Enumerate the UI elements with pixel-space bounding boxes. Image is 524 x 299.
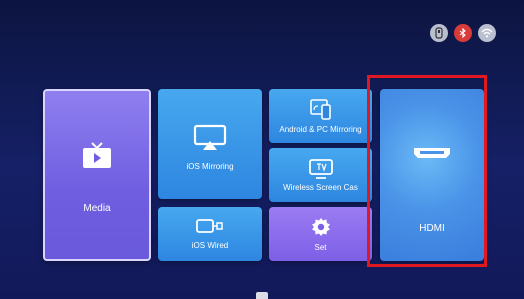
tile-set[interactable]: Set [269, 207, 372, 261]
tv-play-icon [82, 141, 112, 169]
tile-label: Android & PC Mirroring [279, 124, 362, 134]
tv-icon [308, 158, 334, 179]
tile-ios-mirroring[interactable]: iOS Mirroring [158, 89, 262, 199]
bluetooth-icon [454, 24, 472, 42]
tile-ios-wired[interactable]: iOS Wired [158, 207, 262, 261]
tile-android-pc-mirroring[interactable]: Android & PC Mirroring [269, 89, 372, 143]
gear-icon [311, 217, 331, 237]
tile-wireless-screen-cast[interactable]: Wireless Screen Cas [269, 148, 372, 202]
tile-label: iOS Wired [191, 241, 229, 250]
tile-media[interactable]: Media [43, 89, 151, 261]
tile-label: Media [83, 203, 111, 214]
bottom-indicator-icon [256, 292, 268, 299]
tile-label: Set [314, 242, 327, 252]
tile-label: iOS Mirroring [186, 161, 234, 171]
selection-highlight [367, 75, 487, 267]
phone-cast-icon [309, 98, 333, 121]
tile-label: Wireless Screen Cas [283, 182, 358, 192]
airplay-icon [193, 124, 227, 152]
status-bar [430, 24, 496, 42]
usb-icon [430, 24, 448, 42]
wifi-icon [478, 24, 496, 42]
cable-icon [195, 218, 225, 236]
